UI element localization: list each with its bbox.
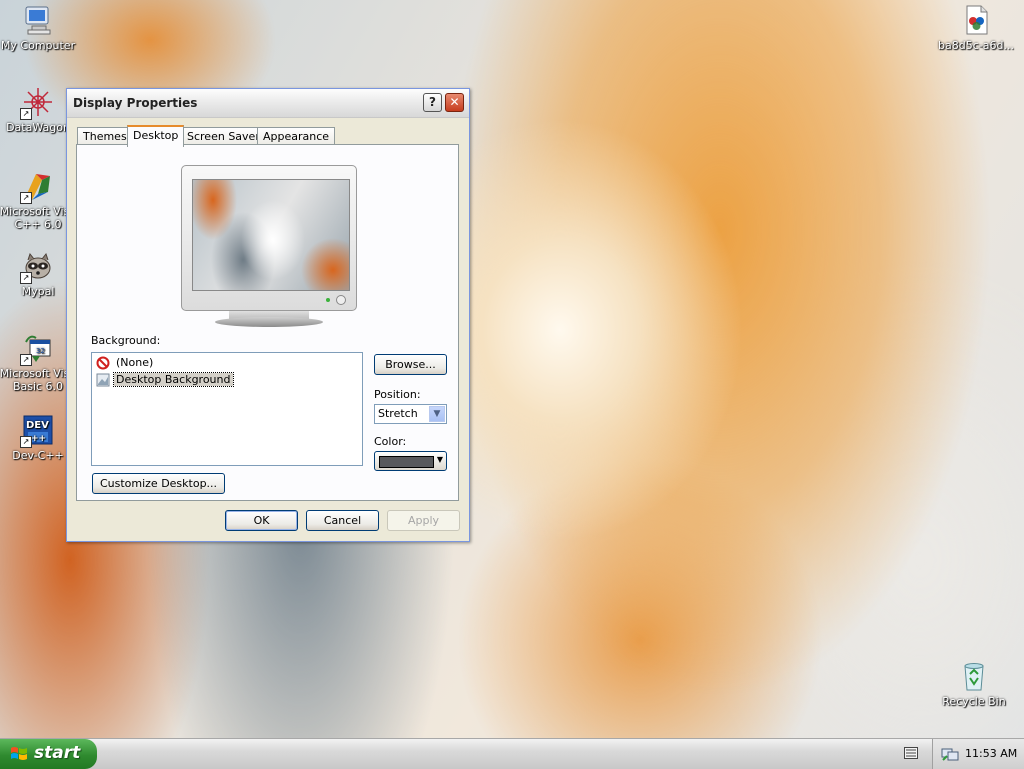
shortcut-arrow-icon: ↗ (20, 354, 32, 366)
desktop-icon-file[interactable]: ba8d5c-a6d... (936, 4, 1016, 52)
start-label: start (34, 743, 81, 763)
visual-basic-icon: 32 ↗ (20, 332, 54, 366)
datawagon-icon: ↗ (20, 86, 54, 120)
browse-button[interactable]: Browse... (374, 354, 447, 375)
clock[interactable]: 11:53 AM (965, 747, 1017, 760)
desktop-icon-my-computer[interactable]: My Computer (0, 4, 78, 52)
help-button[interactable]: ? (423, 93, 442, 112)
desktop-icon-label: Recycle Bin (942, 695, 1006, 708)
dialog-titlebar[interactable]: Display Properties ? ✕ (67, 89, 469, 118)
position-select[interactable]: Stretch ▼ (374, 404, 447, 424)
color-swatch (379, 456, 434, 468)
list-item-desktop-background[interactable]: Desktop Background (96, 372, 234, 388)
shortcut-arrow-icon: ↗ (20, 436, 32, 448)
shortcut-arrow-icon: ↗ (20, 272, 32, 284)
desktop-icon-label: ba8d5c-a6d... (938, 39, 1014, 52)
tab-themes[interactable]: Themes (77, 127, 133, 145)
desktop-tab-panel: Background: (None) Desktop Background Br… (76, 144, 459, 501)
wallpaper-preview (192, 179, 350, 291)
background-list[interactable]: (None) Desktop Background (91, 352, 363, 466)
no-symbol-icon (96, 356, 110, 370)
tab-appearance[interactable]: Appearance (257, 127, 336, 145)
power-led-icon (326, 298, 330, 302)
customize-desktop-button[interactable]: Customize Desktop... (92, 473, 225, 494)
background-label: Background: (91, 334, 161, 347)
dialog-title: Display Properties (73, 96, 198, 110)
windows-logo-icon (10, 745, 28, 763)
list-item-label: (None) (116, 356, 154, 369)
list-item-none[interactable]: (None) (96, 355, 155, 371)
shortcut-arrow-icon: ↗ (20, 108, 32, 120)
display-properties-dialog: Display Properties ? ✕ Themes Desktop Sc… (66, 88, 470, 542)
cancel-button[interactable]: Cancel (306, 510, 379, 531)
position-label: Position: (374, 388, 421, 401)
shortcut-arrow-icon: ↗ (20, 192, 32, 204)
svg-text:32: 32 (36, 347, 45, 355)
svg-text:++: ++ (31, 434, 46, 444)
chevron-down-icon[interactable]: ▼ (429, 406, 445, 422)
keyboard-icon[interactable] (904, 747, 918, 759)
recycle-bin-icon (958, 660, 990, 692)
monitor-preview (181, 165, 357, 327)
position-value: Stretch (378, 407, 418, 420)
tab-screen-saver[interactable]: Screen Saver (181, 127, 266, 145)
apply-button[interactable]: Apply (387, 510, 460, 531)
file-icon (960, 4, 992, 36)
svg-text:DEV: DEV (26, 420, 49, 431)
tab-desktop[interactable]: Desktop (127, 125, 185, 147)
color-label: Color: (374, 435, 407, 448)
network-icon[interactable] (941, 746, 959, 762)
monitor-base (215, 317, 323, 327)
desktop-icon-label: My Computer (0, 39, 76, 52)
system-tray: 11:53 AM (932, 739, 1024, 769)
color-picker-button[interactable]: ▼ (374, 451, 447, 471)
desktop-icon-recycle-bin[interactable]: Recycle Bin (934, 660, 1014, 708)
image-file-icon (96, 373, 110, 387)
close-button[interactable]: ✕ (445, 93, 464, 112)
power-button-icon (336, 295, 346, 305)
computer-icon (22, 4, 54, 36)
raccoon-icon: ↗ (20, 250, 54, 284)
dev-cpp-icon: DEV ++ ↗ (20, 414, 54, 448)
taskbar: start 11:53 AM (0, 738, 1024, 769)
chevron-down-icon: ▼ (436, 455, 443, 464)
monitor-frame (181, 165, 357, 311)
ok-button[interactable]: OK (225, 510, 298, 531)
list-item-label: Desktop Background (113, 372, 234, 387)
start-button[interactable]: start (0, 739, 97, 769)
visual-cpp-icon: ↗ (20, 170, 54, 204)
